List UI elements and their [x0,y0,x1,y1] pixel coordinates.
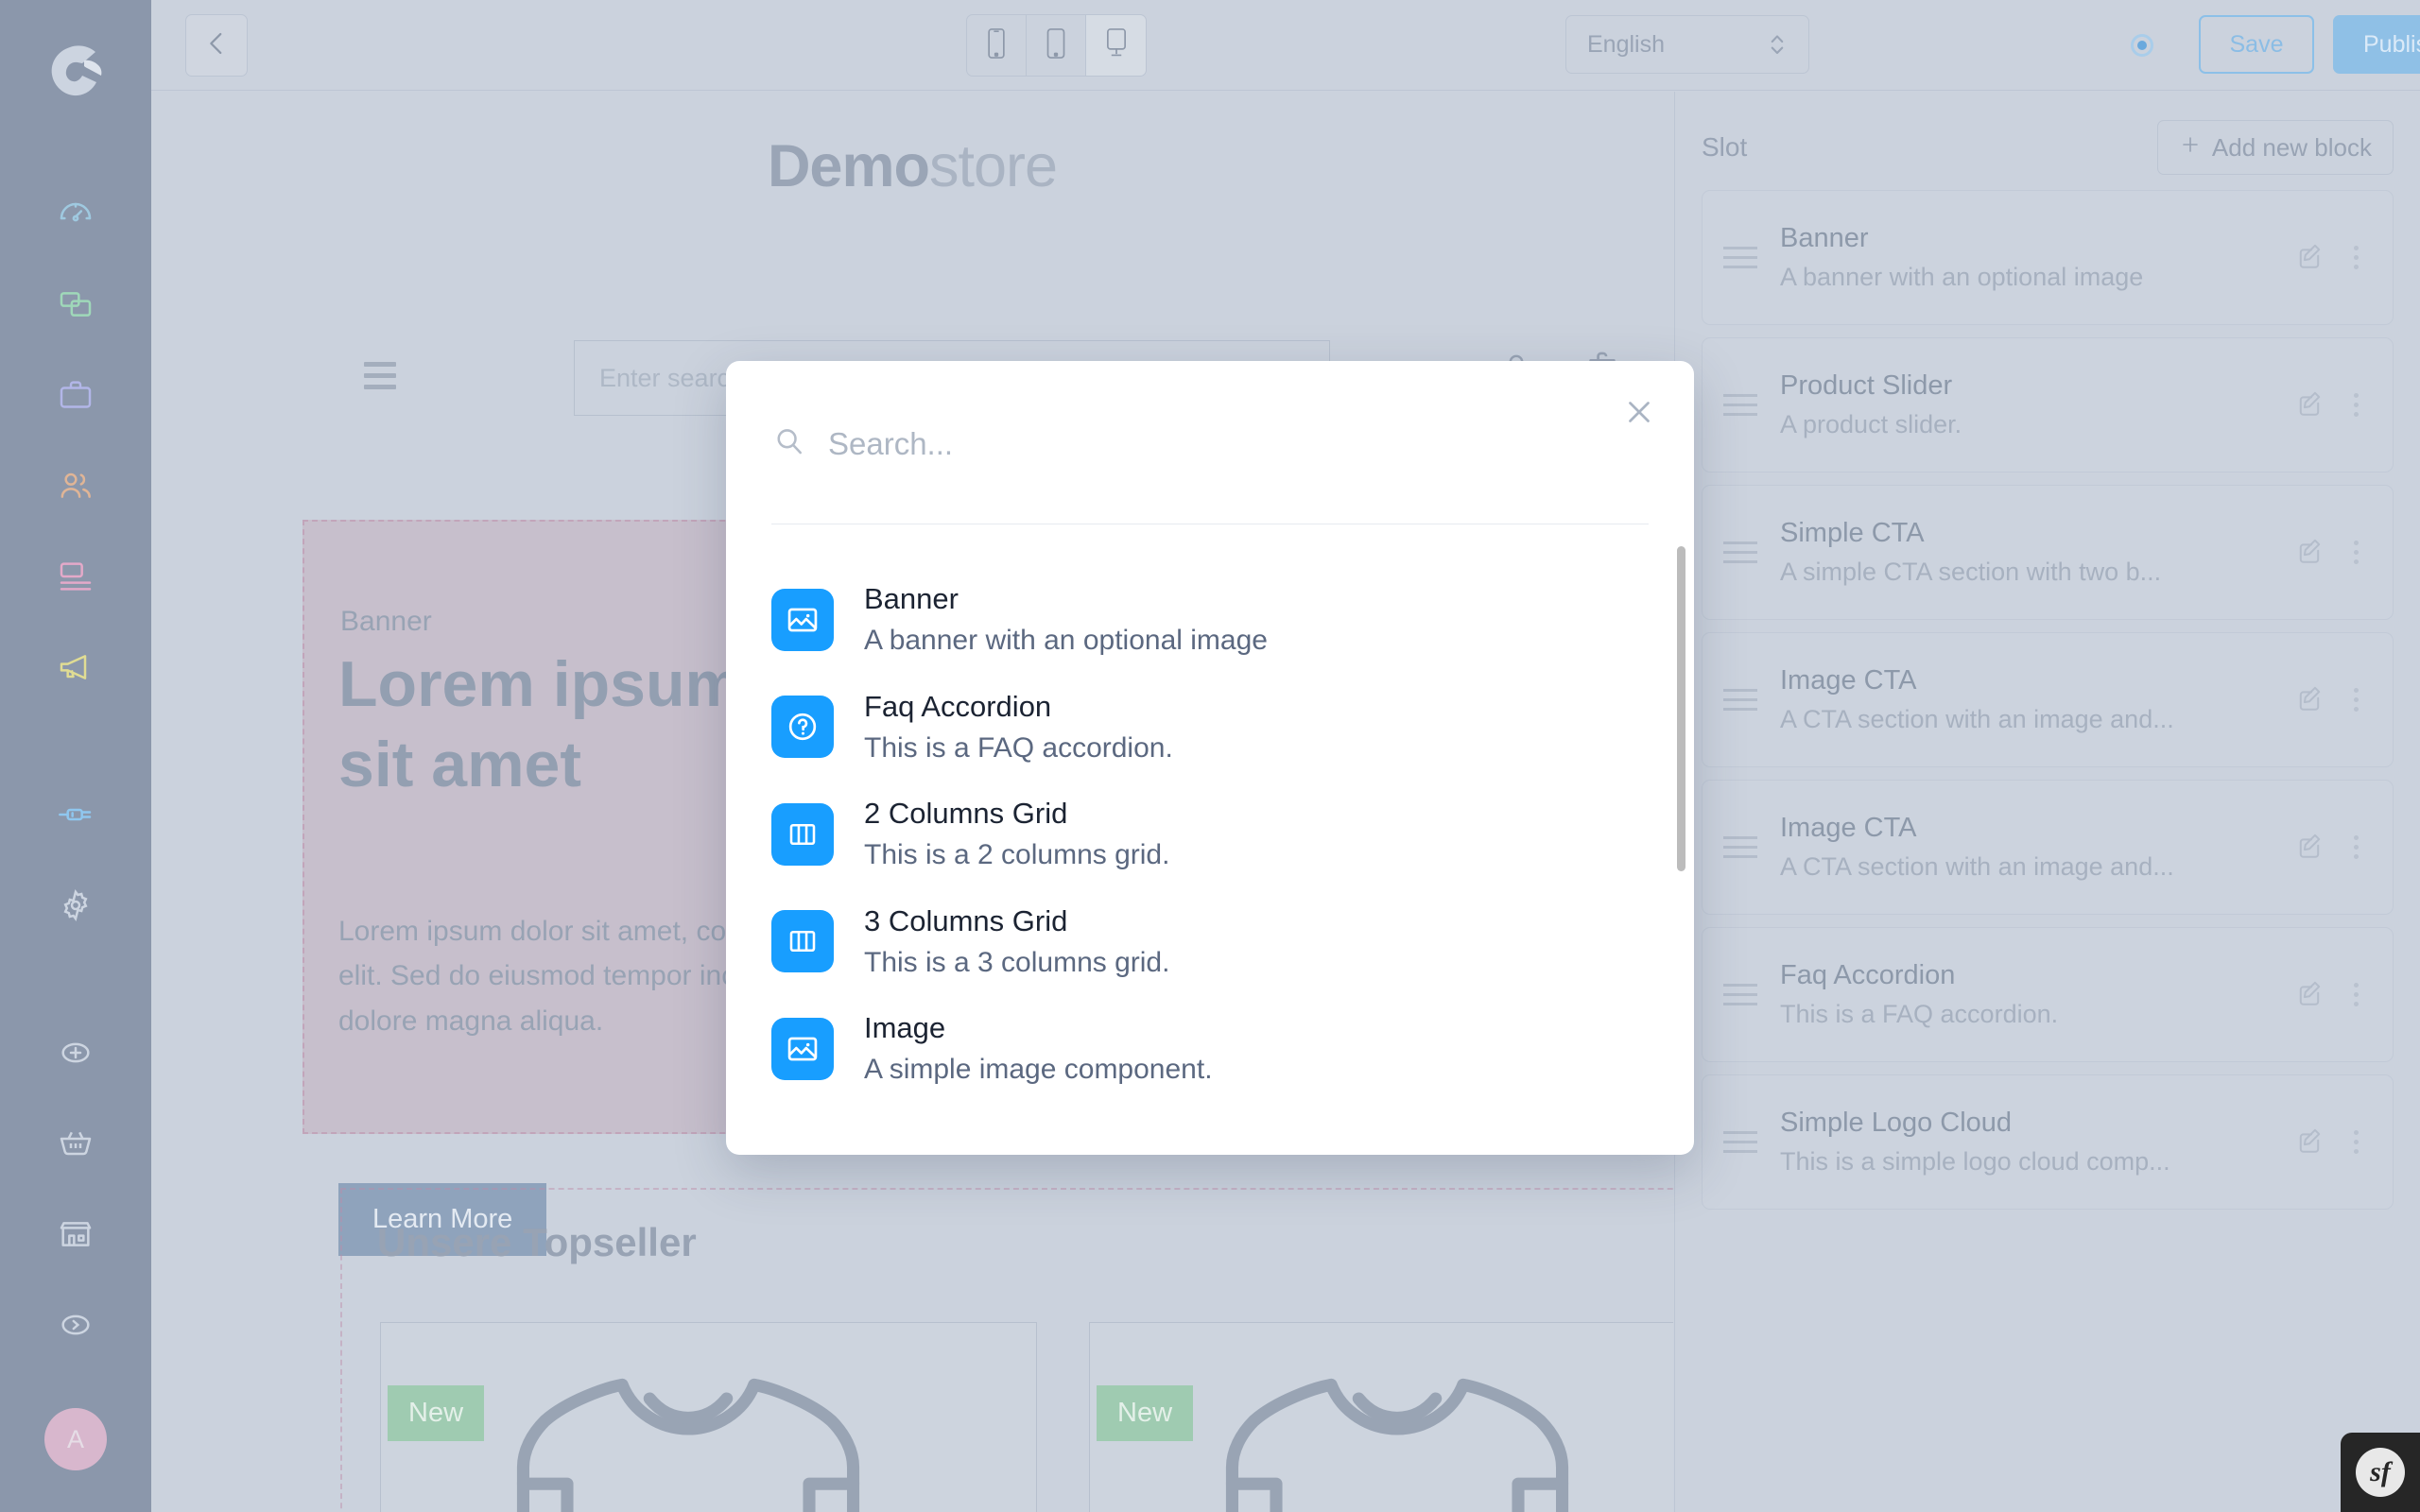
block-picker-item[interactable]: 2 Columns Grid This is a 2 columns grid. [726,781,1694,888]
magnifier-icon [771,423,807,464]
block-picker-item-description: A banner with an optional image [864,625,1268,657]
block-picker-item-description: This is a 2 columns grid. [864,839,1170,871]
block-picker-item-title: Faq Accordion [864,689,1052,723]
block-picker-item-title: Banner [864,582,959,615]
block-picker-item-description: A simple image component. [864,1054,1213,1086]
block-picker-item-title: 2 Columns Grid [864,797,1068,831]
modal-scroll-area: Banner A banner with an optional image F… [726,524,1694,1155]
block-picker-item[interactable]: Banner A banner with an optional image [726,566,1694,674]
image-icon [771,588,834,651]
block-picker-item-description: This is a FAQ accordion. [864,731,1173,764]
block-picker-item[interactable]: Faq Accordion This is a FAQ accordion. [726,674,1694,782]
block-picker-item-title: 3 Columns Grid [864,903,1068,937]
block-picker-item[interactable]: Image A simple image component. [726,995,1694,1103]
app-root: A English Save Publi Demostore Enter sea… [0,0,2420,1512]
close-icon[interactable] [1616,389,1662,435]
modal-search-placeholder: Search... [828,425,954,461]
symfony-debug-toolbar-button[interactable]: sf [2341,1433,2420,1512]
modal-search-field[interactable]: Search... [771,423,953,464]
block-picker-item-title: Image [864,1011,946,1045]
modal-scrollbar[interactable] [1677,546,1685,871]
block-picker-list: Banner A banner with an optional image F… [726,524,1694,1103]
columns-grid-icon [771,802,834,866]
add-block-modal: Search... Banner A banner with an option… [726,361,1694,1155]
block-picker-item[interactable]: 3 Columns Grid This is a 3 columns grid. [726,888,1694,996]
image-icon [771,1017,834,1080]
question-circle-icon [771,696,834,759]
block-picker-item-description: This is a 3 columns grid. [864,946,1170,978]
columns-grid-icon [771,910,834,973]
symfony-icon-label: sf [2370,1456,2391,1487]
